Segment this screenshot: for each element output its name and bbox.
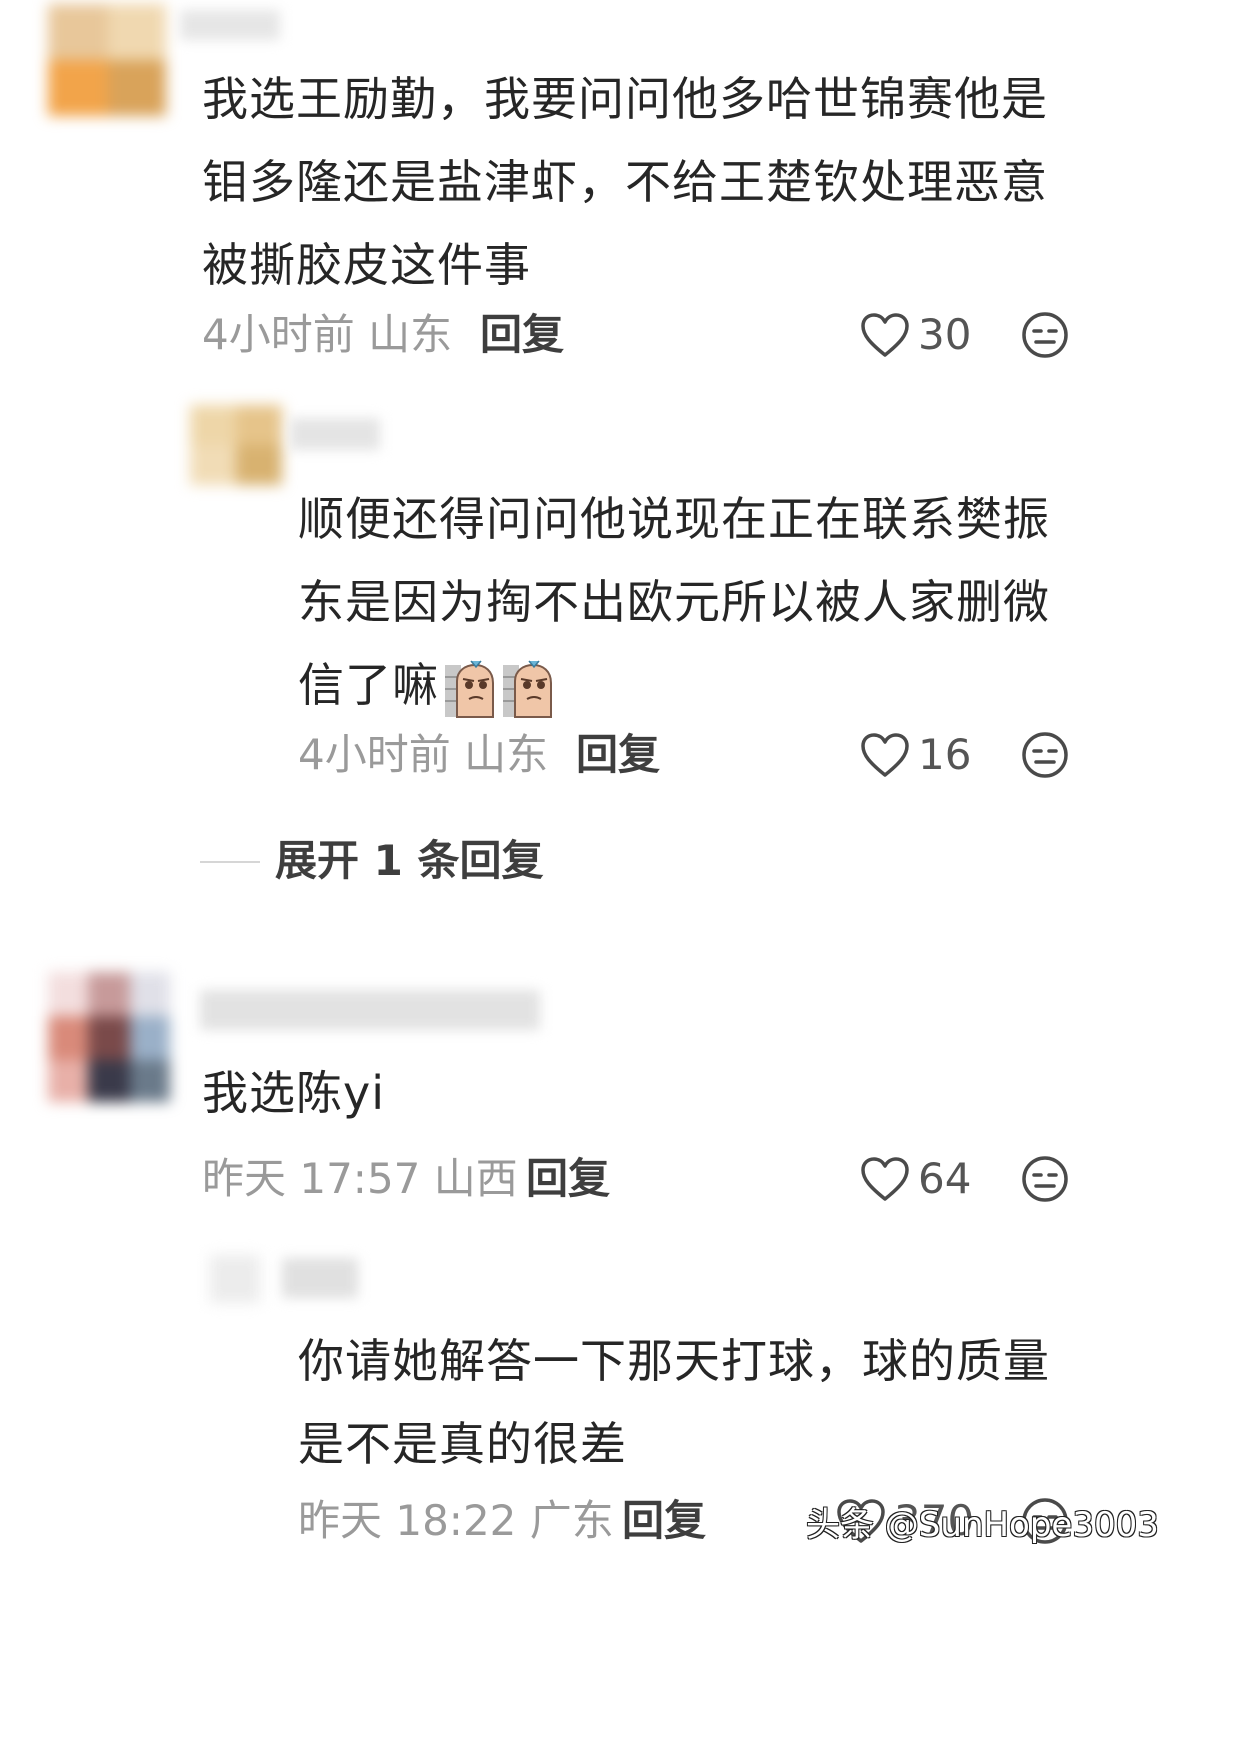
comment-time: 4小时前 山东 [202,310,452,360]
like-count: 16 [918,730,972,779]
face-neutral-icon[interactable] [1020,1154,1070,1204]
avatar[interactable] [48,4,166,116]
face-neutral-icon[interactable] [1020,310,1070,360]
avatar[interactable] [210,1255,260,1303]
like-count: 64 [918,1154,972,1203]
time-label: 4小时前 [202,310,355,359]
username-blurred[interactable] [290,418,380,450]
expand-replies-button[interactable]: 展开 1 条回复 [275,836,543,886]
comment-text: 我选王励勤，我要问问他多哈世锦赛他是钼多隆还是盐津虾，不给王楚钦处理恶意被撕胶皮… [202,72,1048,292]
location-label: 广东 [529,1496,614,1545]
username-blurred[interactable] [200,990,540,1030]
time-label: 昨天 18:22 [298,1496,517,1545]
avatar[interactable] [190,405,282,485]
comment-text: 顺便还得问问他说现在正在联系樊振东是因为掏不出欧元所以被人家删微信了嘛 [298,478,1088,727]
location-label: 山西 [433,1154,518,1203]
reply-button[interactable]: 回复 [622,1496,706,1546]
comment-time: 昨天 17:57 山西 [202,1154,518,1204]
watermark: 头条 @SunHope3003 [806,1505,1159,1545]
location-label: 山东 [368,310,453,359]
reply-button[interactable]: 回复 [480,310,564,360]
location-label: 山东 [464,730,549,779]
comment-time: 4小时前 山东 [298,730,548,780]
reply-button[interactable]: 回复 [526,1154,610,1204]
like-count: 30 [918,310,972,359]
username-blurred[interactable] [180,10,280,40]
comment-text: 你请她解答一下那天打球，球的质量是不是真的很差 [298,1334,1050,1471]
sausage-wall-emoji [503,660,552,718]
heart-outline-icon[interactable] [860,1156,910,1202]
heart-outline-icon[interactable] [860,312,910,358]
reply-button[interactable]: 回复 [576,730,660,780]
comment-text-content: 顺便还得问问他说现在正在联系樊振东是因为掏不出欧元所以被人家删微信了嘛 [298,492,1050,712]
comment-text: 我选陈yi [202,1066,386,1120]
divider-line [200,861,260,863]
heart-outline-icon[interactable] [860,732,910,778]
sausage-wall-emoji [445,660,494,718]
comment-time: 昨天 18:22 广东 [298,1496,614,1546]
time-label: 昨天 17:57 [202,1154,421,1203]
time-label: 4小时前 [298,730,451,779]
username-blurred[interactable] [282,1258,358,1298]
avatar[interactable] [48,972,170,1102]
face-neutral-icon[interactable] [1020,730,1070,780]
